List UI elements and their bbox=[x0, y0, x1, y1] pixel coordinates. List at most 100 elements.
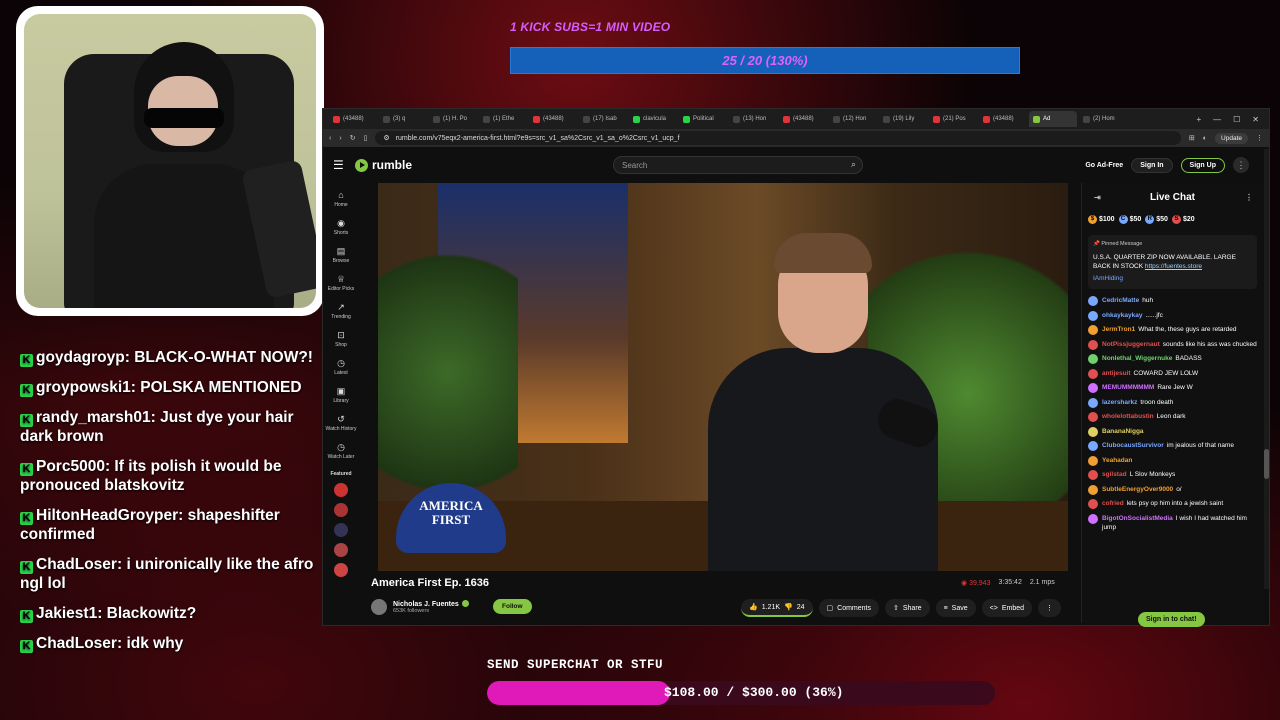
thumbs-up-icon[interactable]: 👍 bbox=[749, 603, 758, 611]
chat-options-icon[interactable]: ⋮ bbox=[1245, 193, 1253, 202]
sidebar-item-shorts[interactable]: ◉ Shorts bbox=[323, 213, 359, 241]
share-button[interactable]: ⇧ Share bbox=[885, 599, 930, 617]
browser-tab[interactable]: (19) Lily bbox=[879, 111, 927, 127]
chat-avatar[interactable] bbox=[1088, 354, 1098, 364]
featured-channel-avatar[interactable] bbox=[334, 563, 348, 577]
sign-in-button[interactable]: Sign In bbox=[1131, 157, 1173, 173]
sidebar-item-shop[interactable]: ⊡ Shop bbox=[323, 325, 359, 353]
close-icon[interactable]: ✕ bbox=[1252, 115, 1259, 124]
sidebar-item-history[interactable]: ↺ Watch History bbox=[323, 409, 359, 437]
browser-tab[interactable]: (43488) bbox=[529, 111, 577, 127]
chat-username[interactable]: antijesuit bbox=[1102, 370, 1131, 377]
browser-tab[interactable]: Ad bbox=[1029, 111, 1077, 127]
browser-tab[interactable]: (21) Pos bbox=[929, 111, 977, 127]
featured-channel-avatar[interactable] bbox=[334, 483, 348, 497]
chat-avatar[interactable] bbox=[1088, 470, 1098, 480]
follow-button[interactable]: Follow bbox=[493, 599, 532, 614]
reload-icon[interactable]: ↻ bbox=[350, 134, 356, 142]
browser-tab[interactable]: (43488) bbox=[779, 111, 827, 127]
featured-channel-avatar[interactable] bbox=[334, 523, 348, 537]
thumbs-down-icon[interactable]: 👎 bbox=[784, 603, 793, 611]
browser-tab[interactable]: (43488) bbox=[979, 111, 1027, 127]
sign-in-to-chat-button[interactable]: Sign in to chat! bbox=[1138, 612, 1205, 627]
chat-avatar[interactable] bbox=[1088, 484, 1098, 495]
chat-avatar[interactable] bbox=[1088, 499, 1098, 509]
channel-name[interactable]: Nicholas J. Fuentes bbox=[393, 601, 459, 608]
search-icon[interactable]: ⌕ bbox=[851, 159, 856, 170]
chat-avatar[interactable] bbox=[1088, 397, 1098, 408]
chat-username[interactable]: Nonlethal_Wiggernuke bbox=[1102, 355, 1172, 362]
back-icon[interactable]: ‹ bbox=[329, 135, 331, 142]
chat-avatar[interactable] bbox=[1088, 513, 1098, 524]
maximize-icon[interactable]: ☐ bbox=[1233, 115, 1240, 124]
chat-username[interactable]: wholelottabustin bbox=[1102, 413, 1154, 420]
chat-username[interactable]: ClubocaustSurvivor bbox=[1102, 442, 1164, 449]
sign-up-button[interactable]: Sign Up bbox=[1180, 157, 1225, 173]
chat-avatar[interactable] bbox=[1088, 325, 1098, 335]
pinned-link[interactable]: https://fuentes.store bbox=[1145, 263, 1202, 270]
chat-username[interactable]: cofried bbox=[1102, 500, 1124, 507]
sidebar-item-watch-later[interactable]: ◷ Watch Later bbox=[323, 437, 359, 465]
chat-username[interactable]: ohkaykaykay bbox=[1102, 312, 1142, 319]
sidebar-item-trending[interactable]: ↗ Trending bbox=[323, 297, 359, 325]
browser-tab[interactable]: (13) Hon bbox=[729, 111, 777, 127]
minimize-icon[interactable]: — bbox=[1213, 115, 1221, 124]
sidebar-item-home[interactable]: ⌂ Home bbox=[323, 185, 359, 213]
chat-username[interactable]: JermTron1 bbox=[1102, 326, 1135, 333]
comments-button[interactable]: ▢ Comments bbox=[818, 599, 879, 617]
save-button[interactable]: ≡ Save bbox=[935, 599, 976, 617]
chat-avatar[interactable] bbox=[1088, 339, 1098, 350]
update-button[interactable]: Update bbox=[1215, 132, 1248, 144]
sidebar-item-browse[interactable]: ▤ Browse bbox=[323, 241, 359, 269]
chat-avatar[interactable] bbox=[1088, 412, 1098, 422]
hamburger-menu-icon[interactable]: ☰ bbox=[333, 158, 345, 172]
extensions-icon[interactable]: ⊞ bbox=[1189, 134, 1195, 142]
more-actions-icon[interactable]: ⋮ bbox=[1038, 599, 1061, 617]
rant-badge[interactable]: R $50 bbox=[1145, 214, 1168, 224]
chat-avatar[interactable] bbox=[1088, 368, 1098, 379]
chat-username[interactable]: Yeahadan bbox=[1102, 457, 1132, 464]
browser-tab[interactable]: (3) q bbox=[379, 111, 427, 127]
chat-username[interactable]: MEMUMMMMMM bbox=[1102, 384, 1154, 391]
browser-tab[interactable]: (12) Hon bbox=[829, 111, 877, 127]
rant-badge[interactable]: C $50 bbox=[1118, 214, 1141, 224]
chat-username[interactable]: sgilstad bbox=[1102, 471, 1127, 478]
chat-username[interactable]: CedricMatte bbox=[1102, 297, 1139, 304]
collapse-chat-icon[interactable]: ⇥ bbox=[1094, 193, 1101, 202]
browser-tab[interactable]: (43488) bbox=[329, 111, 377, 127]
browser-tab[interactable]: (17) Isab bbox=[579, 111, 627, 127]
forward-icon[interactable]: › bbox=[339, 135, 341, 142]
chat-username[interactable]: lazersharkz bbox=[1102, 399, 1137, 406]
search-input[interactable]: Search ⌕ bbox=[613, 156, 863, 174]
pinned-author[interactable]: IAmHiding bbox=[1093, 274, 1252, 283]
menu-dots-icon[interactable]: ⋮ bbox=[1256, 134, 1263, 142]
chat-username[interactable]: NotPissjuggernaut bbox=[1102, 341, 1160, 348]
rant-badge[interactable]: $ $100 bbox=[1088, 214, 1115, 224]
channel-info[interactable]: Nicholas J. Fuentes 653K followers bbox=[371, 599, 469, 615]
chat-username[interactable]: BigotOnSocialistMedia bbox=[1102, 515, 1173, 522]
rant-badge[interactable]: S $20 bbox=[1171, 214, 1195, 224]
more-options-icon[interactable]: ⋮ bbox=[1233, 157, 1249, 173]
chat-avatar[interactable] bbox=[1088, 455, 1098, 466]
browser-tab[interactable]: (2) Hom bbox=[1079, 111, 1127, 127]
sidebar-item-library[interactable]: ▣ Library bbox=[323, 381, 359, 409]
chat-avatar[interactable] bbox=[1088, 441, 1098, 451]
chat-avatar[interactable] bbox=[1088, 426, 1098, 437]
browser-tab[interactable]: clavicula bbox=[629, 111, 677, 127]
browser-tab[interactable]: (1) Ethe bbox=[479, 111, 527, 127]
chat-avatar[interactable] bbox=[1088, 310, 1098, 321]
channel-avatar[interactable] bbox=[371, 599, 387, 615]
scrollbar-thumb[interactable] bbox=[1264, 449, 1269, 479]
site-info-icon[interactable]: ⚙ bbox=[383, 134, 389, 142]
page-scrollbar[interactable] bbox=[1264, 149, 1269, 589]
chat-username[interactable]: BananaNigga bbox=[1102, 428, 1144, 435]
browser-tab[interactable]: (1) H. Po bbox=[429, 111, 477, 127]
featured-channel-avatar[interactable] bbox=[334, 543, 348, 557]
embed-button[interactable]: <> Embed bbox=[981, 599, 1032, 617]
add-tab-icon[interactable]: + bbox=[1196, 115, 1201, 124]
browser-tab[interactable]: Political bbox=[679, 111, 727, 127]
chat-avatar[interactable] bbox=[1088, 383, 1098, 393]
go-ad-free-button[interactable]: Go Ad-Free bbox=[1085, 162, 1123, 169]
bookmark-icon[interactable]: ▯ bbox=[364, 134, 368, 142]
chat-username[interactable]: SubtleEnergyOver9000 bbox=[1102, 486, 1173, 493]
